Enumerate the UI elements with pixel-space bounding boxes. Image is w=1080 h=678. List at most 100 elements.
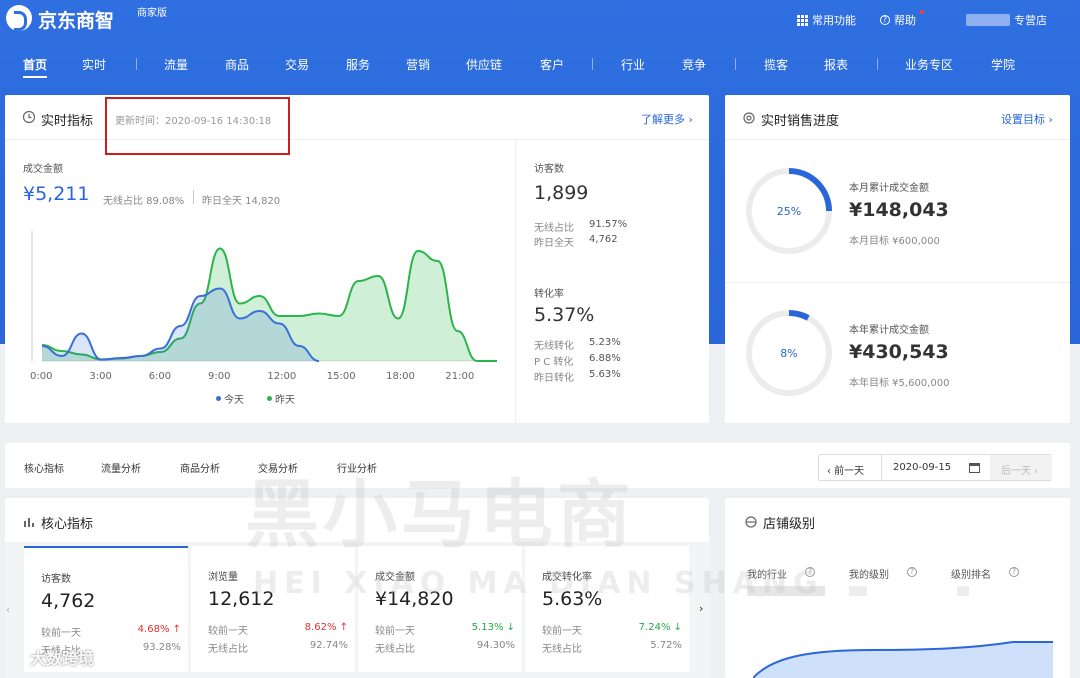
wireless-value: 93.28% [142, 642, 181, 653]
tab-product-analysis[interactable]: 商品分析 [180, 460, 220, 475]
help-button[interactable]: ? 帮助 [880, 12, 916, 28]
nav-products[interactable]: 商品 [225, 56, 249, 73]
brand-name[interactable]: 京东商智 [38, 6, 114, 33]
wireless-value: 5.72% [650, 640, 682, 651]
common-functions-button[interactable]: 常用功能 [797, 12, 856, 28]
metric-value: 12,612 [208, 588, 275, 610]
wireless-conv-label: 无线转化 [534, 341, 574, 352]
metric-card-gmv[interactable]: 成交金额 ¥14,820 较前一天 5.13% ↓ 无线占比 94.30% [358, 546, 522, 672]
wireless-label: 无线占比 [208, 644, 248, 655]
gmv-value: ¥5,211 [23, 183, 90, 205]
visitors-wireless-label: 无线占比 [534, 223, 574, 234]
wireless-value: 92.74% [309, 640, 348, 651]
metric-value: ¥14,820 [375, 588, 454, 610]
x-tick-label: 12:00 [267, 371, 297, 382]
compare-label: 较前一天 [41, 628, 81, 639]
industry-redacted [747, 586, 825, 596]
store-level-card: 店铺级别 我的行业 ? 我的级别 ? 级别排名 ? [725, 498, 1070, 678]
level-redacted [849, 586, 867, 596]
date-picker: ‹ 前一天 2020-09-15 后一天 › [818, 454, 1052, 481]
nav-marketing[interactable]: 营销 [406, 56, 430, 73]
store-name-redacted [966, 14, 1010, 26]
nav-active-underline [23, 76, 47, 78]
help-icon[interactable]: ? [805, 567, 815, 577]
notification-dot [920, 10, 924, 14]
tab-traffic-analysis[interactable]: 流量分析 [101, 460, 141, 475]
calendar-icon[interactable] [969, 462, 980, 473]
store-account[interactable]: 专营店 [966, 12, 1047, 28]
common-functions-label: 常用功能 [812, 14, 856, 27]
nav-service[interactable]: 服务 [346, 56, 370, 73]
nav-business-zone[interactable]: 业务专区 [905, 56, 953, 73]
x-tick-label: 9:00 [208, 371, 231, 382]
year-gmv-value: ¥430,543 [849, 341, 949, 363]
nav-transactions[interactable]: 交易 [285, 56, 309, 73]
legend-yesterday[interactable]: 昨天 [267, 391, 295, 406]
tab-core-metrics[interactable]: 核心指标 [24, 460, 64, 475]
set-goal-link[interactable]: 设置目标 › [1001, 111, 1053, 127]
nav-industry[interactable]: 行业 [621, 56, 645, 73]
month-gmv-label: 本月累计成交金额 [849, 183, 929, 194]
x-tick-label: 6:00 [148, 371, 172, 382]
x-tick-label: 0:00 [30, 371, 53, 382]
tab-industry-analysis[interactable]: 行业分析 [337, 460, 377, 475]
nav-attract[interactable]: 揽客 [764, 56, 788, 73]
nav-customers[interactable]: 客户 [540, 56, 564, 73]
series-area-today [42, 288, 319, 361]
compare-label: 较前一天 [542, 626, 582, 637]
next-day-button[interactable]: 后一天 › [1001, 462, 1038, 477]
target-icon [743, 112, 755, 124]
legend-today[interactable]: 今天 [216, 391, 244, 406]
scroll-left-icon[interactable]: ‹ [6, 605, 10, 616]
metric-card-pageviews[interactable]: 浏览量 12,612 较前一天 8.62% ↑ 无线占比 92.74% [191, 546, 355, 672]
x-tick-label: 15:00 [326, 371, 356, 382]
nav-realtime[interactable]: 实时 [82, 56, 106, 73]
pc-conv-value: 6.88% [589, 353, 621, 364]
store-level-icon [745, 516, 757, 528]
jd-logo-icon[interactable] [6, 5, 32, 31]
nav-academy[interactable]: 学院 [991, 56, 1015, 73]
visitors-yesterday-value: 4,762 [589, 234, 618, 245]
question-icon: ? [880, 15, 890, 25]
wireless-label: 无线占比 [542, 644, 582, 655]
nav-competition[interactable]: 竞争 [682, 56, 706, 73]
pc-conv-label: P C 转化 [534, 357, 574, 368]
nav-reports[interactable]: 报表 [824, 56, 848, 73]
level-rank-label: 级别排名 [951, 570, 991, 581]
help-icon[interactable]: ? [907, 567, 917, 577]
store-level-title: 店铺级别 [763, 517, 816, 532]
metric-value: 5.63% [542, 588, 603, 610]
nav-separator [877, 58, 878, 70]
date-input[interactable]: 2020-09-15 [893, 462, 951, 473]
nav-traffic[interactable]: 流量 [164, 56, 188, 73]
my-industry-label: 我的行业 [747, 570, 787, 581]
learn-more-link[interactable]: 了解更多 › [641, 111, 693, 127]
yesterday-conv-value: 5.63% [589, 369, 621, 380]
metric-label: 访客数 [41, 574, 71, 585]
metric-label: 成交转化率 [542, 572, 592, 583]
legend-label-yesterday: 昨天 [275, 395, 295, 406]
nav-home[interactable]: 首页 [23, 56, 47, 73]
tab-transaction-analysis[interactable]: 交易分析 [258, 460, 298, 475]
clock-icon [22, 110, 36, 124]
metric-card-conversion[interactable]: 成交转化率 5.63% 较前一天 7.24% ↓ 无线占比 5.72% [525, 546, 689, 672]
my-level-label: 我的级别 [849, 570, 889, 581]
gmv-wireless-share: 无线占比 89.08% [103, 196, 185, 207]
compare-value: 4.68% ↑ [137, 624, 181, 635]
scroll-right-icon[interactable]: › [699, 602, 703, 615]
update-time-highlight [105, 97, 290, 155]
grid-icon [797, 14, 808, 26]
x-tick-label: 21:00 [445, 371, 475, 382]
help-label: 帮助 [894, 14, 916, 27]
prev-day-button[interactable]: ‹ 前一天 [827, 462, 864, 477]
legend-dot-today [216, 396, 221, 401]
conversion-label: 转化率 [534, 289, 564, 300]
help-icon[interactable]: ? [1009, 567, 1019, 577]
ring-progress [788, 310, 810, 321]
visitors-yesterday-label: 昨日全天 [534, 238, 574, 249]
nav-supply-chain[interactable]: 供应链 [466, 56, 502, 73]
gmv-yesterday-total: 昨日全天 14,820 [202, 196, 281, 207]
metric-label: 成交金额 [375, 572, 415, 583]
wireless-conv-value: 5.23% [589, 337, 621, 348]
visitors-wireless-value: 91.57% [589, 219, 628, 230]
